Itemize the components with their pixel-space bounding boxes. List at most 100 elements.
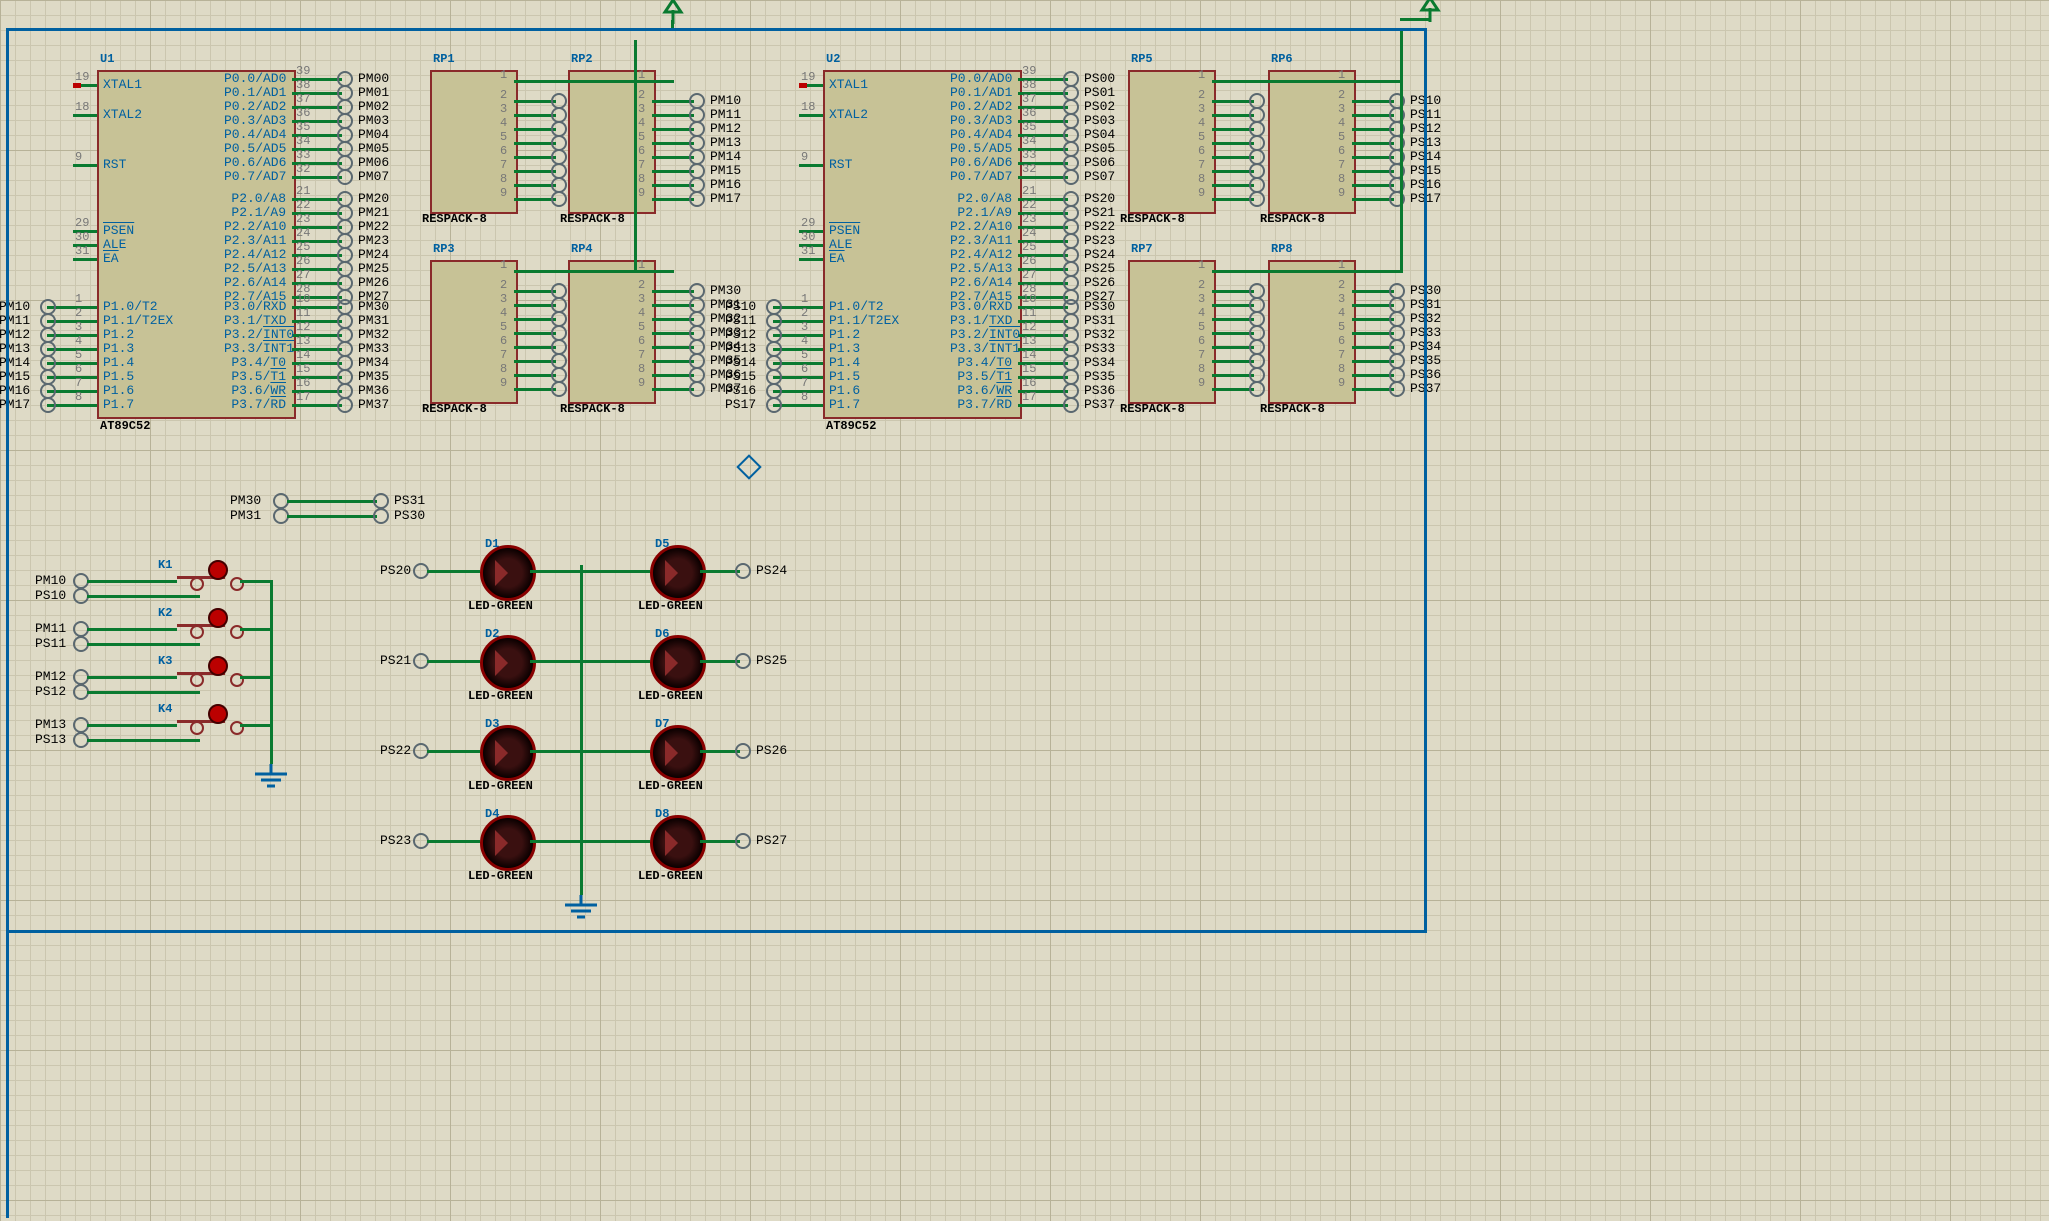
label: PM31 — [230, 508, 261, 523]
wire — [160, 739, 200, 742]
pin-number: 4 — [500, 116, 507, 130]
schematic-canvas[interactable]: U1AT89C5219XTAL118XTAL29RST29PSEN30ALE31… — [0, 0, 2049, 1221]
pin-number: 9 — [638, 376, 645, 390]
pin-number: 7 — [1198, 348, 1205, 362]
D4[interactable] — [480, 815, 536, 871]
pin-number: 27 — [296, 268, 310, 282]
wire — [514, 388, 536, 391]
pin-number: 9 — [1198, 186, 1205, 200]
D8[interactable] — [650, 815, 706, 871]
pin-number: 2 — [500, 278, 507, 292]
label: PM30 — [230, 493, 261, 508]
net-PM36: PM36 — [358, 383, 389, 398]
net-PS04: PS04 — [1084, 127, 1115, 142]
pin-number: 9 — [500, 186, 507, 200]
pin-number: 16 — [296, 376, 310, 390]
wire — [87, 676, 177, 679]
RP3-ref: RP3 — [433, 242, 455, 256]
wire — [1212, 332, 1234, 335]
net-PM35: PM35 — [358, 369, 389, 384]
D2[interactable] — [480, 635, 536, 691]
D6-val: LED-GREEN — [638, 689, 703, 703]
wire — [87, 628, 177, 631]
wire — [652, 114, 674, 117]
terminal — [735, 833, 751, 849]
pin-number: 5 — [1198, 130, 1205, 144]
D5-val: LED-GREEN — [638, 599, 703, 613]
pin-number: 8 — [638, 362, 645, 376]
pin-number: 13 — [1022, 334, 1036, 348]
U2-pin-PSEN: PSEN — [829, 223, 860, 238]
pin-number: 3 — [638, 292, 645, 306]
K2-ref: K2 — [158, 606, 172, 620]
pin-number: 36 — [296, 106, 310, 120]
K1-cap[interactable] — [208, 560, 228, 580]
wire — [87, 580, 177, 583]
power-arrow — [661, 0, 685, 26]
wire — [1212, 184, 1234, 187]
pin-number: 6 — [500, 334, 507, 348]
D7[interactable] — [650, 725, 706, 781]
D5[interactable] — [650, 545, 706, 601]
pin-number: 9 — [1198, 376, 1205, 390]
pin-number: 2 — [1338, 88, 1345, 102]
net-PM10: PM10 — [710, 93, 741, 108]
net-PM26: PM26 — [358, 275, 389, 290]
wire — [700, 750, 740, 753]
wire — [427, 750, 480, 753]
wire — [652, 388, 674, 391]
K3-cap[interactable] — [208, 656, 228, 676]
wire — [514, 270, 536, 273]
wire — [287, 515, 377, 518]
RP4-ref: RP4 — [571, 242, 593, 256]
wire — [530, 570, 583, 573]
RP7-ref: RP7 — [1131, 242, 1153, 256]
wire — [530, 840, 583, 843]
pin-number: 5 — [500, 320, 507, 334]
terminal — [1249, 191, 1265, 207]
net-PS34: PS34 — [1084, 355, 1115, 370]
wire — [1352, 170, 1374, 173]
wire — [1352, 128, 1374, 131]
net-PM37: PM37 — [358, 397, 389, 412]
terminal — [1063, 397, 1079, 413]
label: PS25 — [756, 653, 787, 668]
U1-value: AT89C52 — [100, 419, 150, 433]
pin-number: 8 — [1338, 362, 1345, 376]
K2-cap[interactable] — [208, 608, 228, 628]
pin-number: 38 — [296, 78, 310, 92]
U2-pin-XTAL2: XTAL2 — [829, 107, 868, 122]
U1-pin-P1.6: P1.6 — [103, 383, 134, 398]
pin-number: 14 — [1022, 348, 1036, 362]
wire — [1352, 374, 1374, 377]
pin-number: 8 — [1198, 362, 1205, 376]
wire — [1352, 332, 1374, 335]
pin-number: 35 — [296, 120, 310, 134]
wire — [700, 570, 740, 573]
pin-number: 34 — [1022, 134, 1036, 148]
net-PM13: PM13 — [0, 341, 30, 356]
pin-number: 29 — [75, 216, 89, 230]
pin-number: 6 — [500, 144, 507, 158]
wire — [514, 198, 536, 201]
D1[interactable] — [480, 545, 536, 601]
net-PM25: PM25 — [358, 261, 389, 276]
RP1-ref: RP1 — [433, 52, 455, 66]
pin-number: 1 — [1198, 68, 1205, 82]
net-PM07: PM07 — [358, 169, 389, 184]
K4-cap[interactable] — [208, 704, 228, 724]
wire — [536, 270, 634, 273]
D3[interactable] — [480, 725, 536, 781]
terminal — [40, 397, 56, 413]
sheet-border — [1424, 28, 1427, 933]
D6[interactable] — [650, 635, 706, 691]
D8-val: LED-GREEN — [638, 869, 703, 883]
U2-pin-P2.5/A13: P2.5/A13 — [950, 261, 1012, 276]
RP8-value: RESPACK-8 — [1260, 402, 1325, 416]
pin-number: 9 — [1338, 186, 1345, 200]
pin-number: 9 — [500, 376, 507, 390]
label: PS31 — [394, 493, 425, 508]
wire — [514, 170, 536, 173]
net-PM32: PM32 — [358, 327, 389, 342]
net-PS17: PS17 — [725, 397, 756, 412]
